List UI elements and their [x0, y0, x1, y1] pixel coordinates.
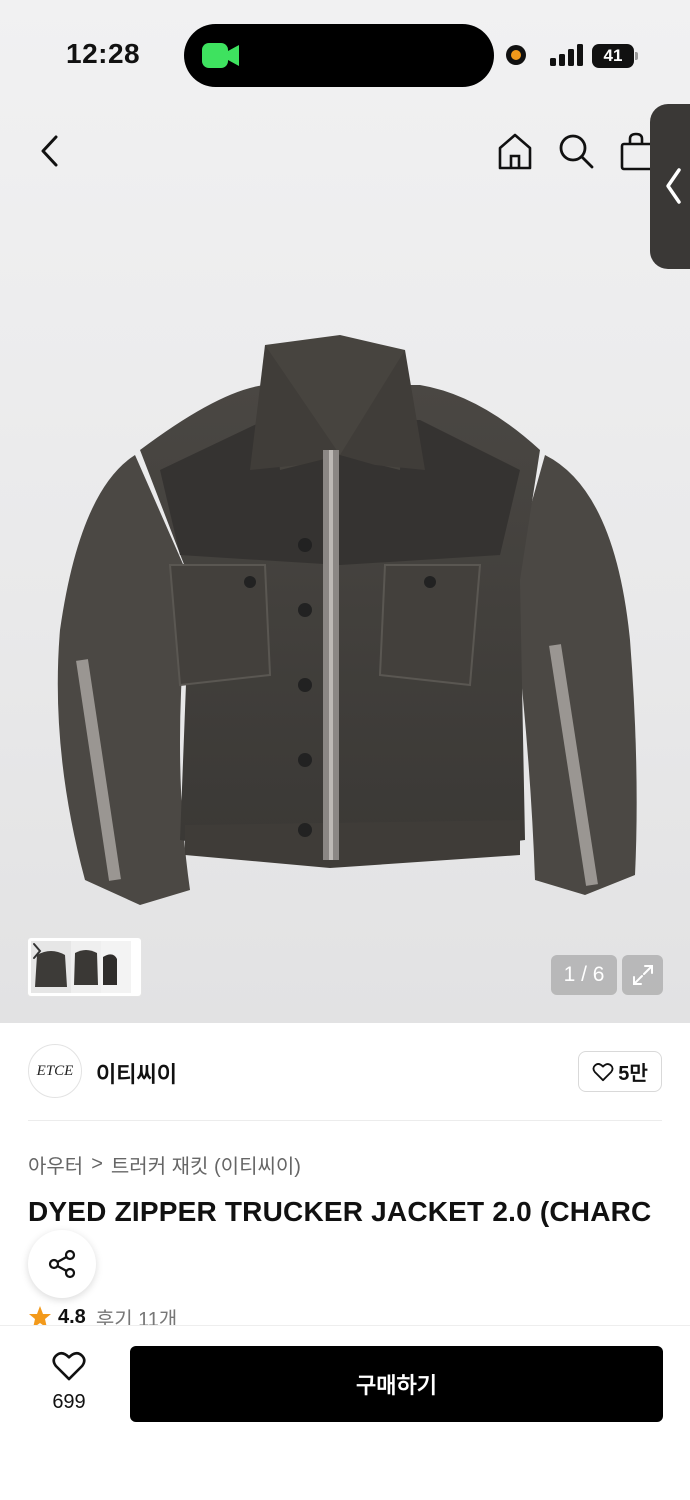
search-icon — [559, 134, 594, 169]
search-button[interactable] — [553, 128, 599, 174]
status-time: 12:28 — [66, 38, 141, 69]
heart-icon — [592, 1062, 614, 1081]
breadcrumb-subcategory[interactable]: 트러커 재킷 (이티씨이) — [111, 1150, 301, 1179]
expand-button[interactable] — [622, 955, 663, 995]
dynamic-island — [184, 24, 494, 87]
breadcrumb-category[interactable]: 아우터 — [28, 1150, 83, 1179]
product-image[interactable] — [40, 320, 652, 920]
divider — [28, 1120, 662, 1121]
breadcrumb-separator: > — [91, 1153, 103, 1175]
home-icon — [498, 133, 532, 170]
recording-indicator-icon — [506, 45, 526, 65]
expand-icon — [632, 965, 653, 985]
thumbnail-strip[interactable] — [28, 938, 141, 996]
thumbnail-images — [31, 941, 131, 993]
share-button[interactable] — [28, 1230, 96, 1298]
heart-icon — [52, 1351, 86, 1381]
chevron-left-icon — [666, 168, 681, 204]
shopping-bag-icon — [620, 132, 653, 171]
video-camera-icon — [202, 43, 239, 68]
side-panel-handle[interactable] — [650, 104, 690, 269]
product-hero: 12:28 41 1 / 6 — [0, 0, 690, 1023]
share-icon — [48, 1249, 76, 1279]
brand-like-count: 5만 — [618, 1063, 648, 1085]
chevron-left-icon — [41, 135, 58, 167]
product-title: DYED ZIPPER TRUCKER JACKET 2.0 (CHARC — [28, 1196, 652, 1227]
brand-logo[interactable]: ETCE — [28, 1044, 82, 1098]
brand-like-button[interactable]: 5만 — [578, 1051, 662, 1092]
favorite-count: 699 — [52, 1391, 86, 1413]
brand-row: ETCE 이티씨이 5만 — [0, 1023, 690, 1121]
signal-icon — [550, 44, 583, 66]
home-button[interactable] — [492, 128, 538, 174]
battery-icon: 41 — [592, 44, 638, 68]
brand-name[interactable]: 이티씨이 — [96, 1057, 177, 1089]
chevron-right-icon — [33, 943, 42, 959]
favorite-button[interactable]: 699 — [30, 1350, 108, 1414]
back-button[interactable] — [26, 128, 72, 174]
battery-level: 41 — [592, 44, 634, 68]
bottom-action-bar: 699 구매하기 — [0, 1325, 690, 1500]
image-counter: 1 / 6 — [551, 955, 617, 995]
buy-button[interactable]: 구매하기 — [130, 1346, 663, 1422]
breadcrumb: 아우터 > 트러커 재킷 (이티씨이) — [28, 1150, 301, 1179]
